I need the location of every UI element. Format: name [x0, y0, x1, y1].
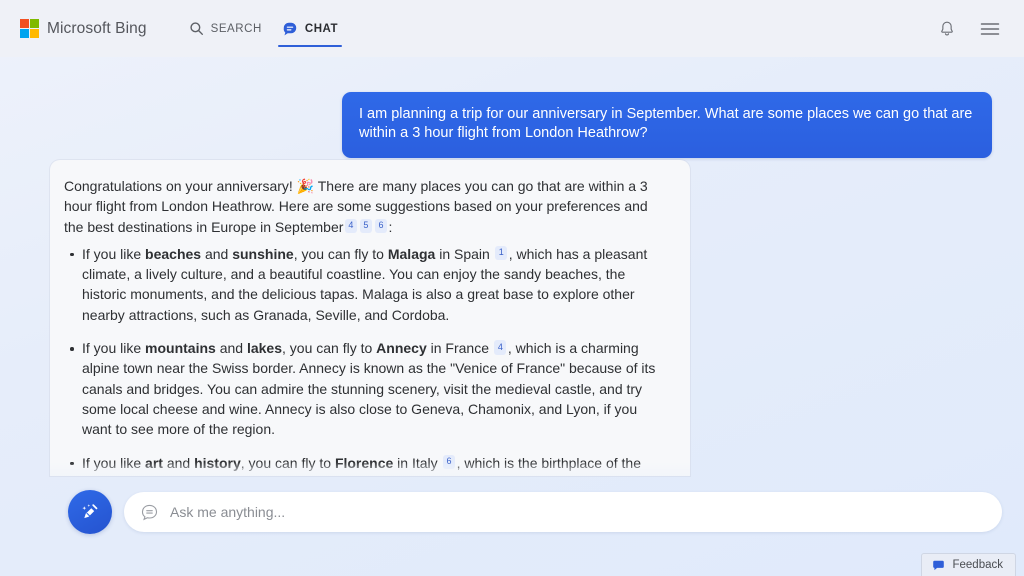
bullet-mid-text: and: [201, 245, 233, 262]
brand-name: Microsoft Bing: [47, 19, 147, 37]
bullet-keyword: history: [194, 454, 241, 471]
bullet-pre-text: If you like: [82, 454, 146, 471]
bullet-mid-text: , you can fly to: [240, 454, 335, 471]
citation-badge[interactable]: 4: [494, 340, 507, 355]
feedback-label: Feedback: [952, 559, 1003, 571]
bullet-destination: Annecy: [376, 340, 427, 357]
bullet-country-text: in Spain: [435, 245, 494, 262]
microsoft-logo-icon: [20, 19, 39, 38]
composer-bar: [0, 486, 1024, 538]
bullet-destination: Florence: [334, 454, 394, 471]
app-header: Microsoft Bing SEARCH CHAT: [0, 0, 1024, 57]
chat-bubble-icon: [282, 21, 298, 37]
bullet-keyword: mountains: [145, 340, 216, 357]
response-intro-suffix: :: [388, 218, 393, 235]
user-message-bubble: I am planning a trip for our anniversary…: [342, 92, 992, 159]
citation-badge[interactable]: 4: [344, 218, 357, 234]
chat-input[interactable]: [170, 504, 986, 520]
bullet-destination: Malaga: [387, 245, 436, 262]
broom-sweep-icon: [78, 500, 102, 524]
bullet-keyword: beaches: [145, 245, 202, 262]
tab-active-underline: [277, 44, 343, 47]
header-nav-tabs: SEARCH CHAT: [181, 0, 347, 57]
citation-badge[interactable]: 6: [374, 218, 387, 234]
bullet-keyword: lakes: [246, 340, 282, 357]
list-item: If you like mountains and lakes, you can…: [64, 338, 670, 439]
tab-chat-label: CHAT: [304, 22, 339, 35]
new-topic-button[interactable]: [68, 490, 112, 534]
tab-search[interactable]: SEARCH: [181, 0, 270, 57]
bullet-mid-text: , you can fly to: [293, 245, 388, 262]
citation-badge[interactable]: 5: [359, 218, 372, 234]
list-item: If you like art and history, you can fly…: [64, 453, 670, 476]
citation-badge[interactable]: 1: [495, 245, 508, 261]
bell-icon[interactable]: [938, 20, 956, 38]
bing-brand-logo[interactable]: Microsoft Bing: [18, 19, 147, 38]
assistant-response-card: Congratulations on your anniversary! 🎉 T…: [50, 160, 690, 476]
bullet-country-text: in France: [426, 340, 493, 357]
tab-search-label: SEARCH: [210, 22, 262, 35]
chat-lines-icon: [140, 503, 159, 522]
bullet-mid-text: and: [162, 454, 195, 471]
bullet-pre-text: If you like: [82, 245, 146, 262]
bullet-keyword: sunshine: [232, 245, 294, 262]
citation-badge[interactable]: 6: [443, 454, 456, 470]
hamburger-menu-icon[interactable]: [980, 21, 1000, 37]
bullet-country-text: in Italy: [393, 454, 442, 471]
feedback-button[interactable]: Feedback: [921, 553, 1016, 576]
bullet-mid-text: and: [215, 340, 247, 357]
response-suggestion-list: If you like beaches and sunshine, you ca…: [64, 244, 670, 476]
chat-input-container[interactable]: [124, 492, 1002, 532]
bullet-keyword: art: [145, 454, 163, 471]
bullet-mid-text: , you can fly to: [282, 340, 377, 357]
list-item: If you like beaches and sunshine, you ca…: [64, 244, 670, 325]
user-message-text: I am planning a trip for our anniversary…: [359, 106, 973, 142]
tab-chat[interactable]: CHAT: [274, 0, 346, 57]
feedback-bubble-icon: [932, 559, 945, 572]
search-icon: [189, 21, 204, 36]
header-actions: [938, 20, 1006, 38]
bullet-pre-text: If you like: [82, 340, 146, 357]
chat-area: I am planning a trip for our anniversary…: [0, 57, 1024, 576]
response-intro-paragraph: Congratulations on your anniversary! 🎉 T…: [64, 176, 670, 237]
